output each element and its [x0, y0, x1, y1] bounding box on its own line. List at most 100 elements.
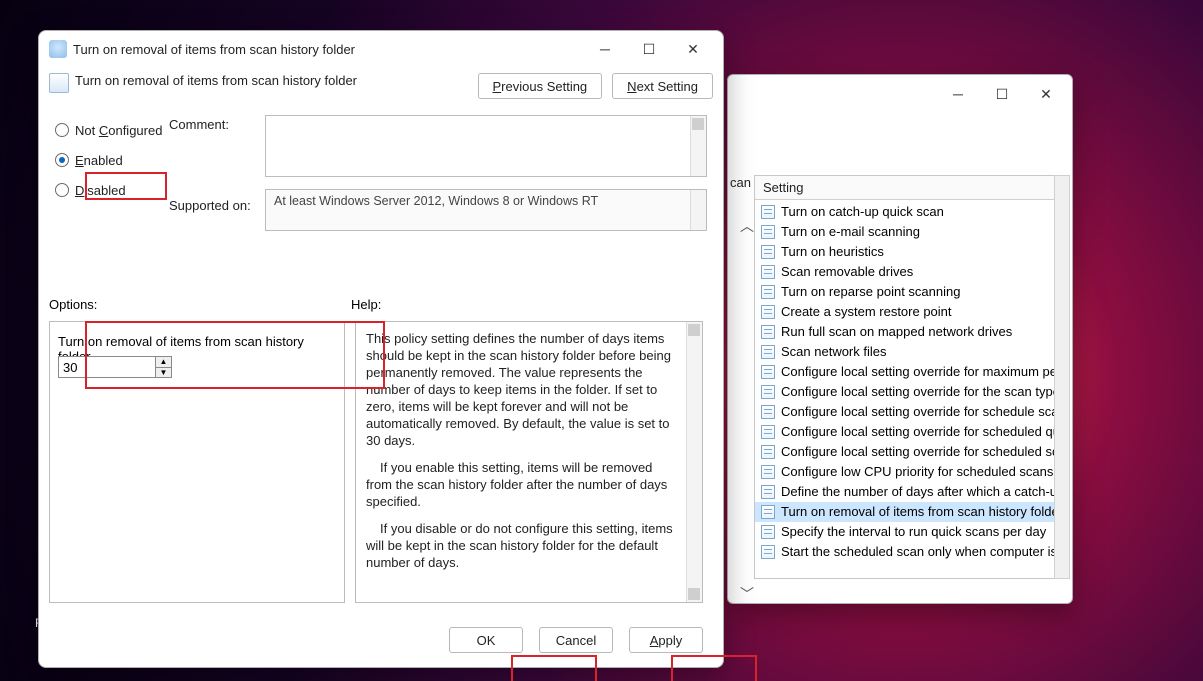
policy-item-icon [761, 445, 775, 459]
setting-row-label: Turn on e-mail scanning [781, 223, 920, 241]
settings-list-window: ─ ☐ ✕ can ︿ ﹀ Setting Turn on catch-up q… [727, 74, 1073, 604]
policy-icon [49, 73, 69, 93]
policy-item-icon [761, 285, 775, 299]
supported-on-label: Supported on: [169, 198, 259, 213]
radio-icon [55, 183, 69, 197]
dlg-close-button[interactable]: ✕ [671, 34, 715, 64]
radio-icon [55, 153, 69, 167]
radio-icon [55, 123, 69, 137]
setting-row[interactable]: Configure local setting override for sch… [755, 442, 1061, 462]
setting-row-label: Configure low CPU priority for scheduled… [781, 463, 1053, 481]
comment-scrollbar[interactable] [690, 116, 706, 176]
setting-row[interactable]: Scan network files [755, 342, 1061, 362]
setting-row-label: Configure local setting override for sch… [781, 423, 1061, 441]
comment-textarea[interactable] [265, 115, 707, 177]
setting-row[interactable]: Configure local setting override for the… [755, 382, 1061, 402]
dialog-footer: OK Cancel Apply [49, 627, 703, 653]
setting-row-label: Run full scan on mapped network drives [781, 323, 1012, 341]
policy-item-icon [761, 345, 775, 359]
policy-item-icon [761, 465, 775, 479]
dlg-minimize-button[interactable]: ─ [583, 34, 627, 64]
help-pane: This policy setting defines the number o… [355, 321, 703, 603]
setting-row[interactable]: Configure local setting override for sch… [755, 402, 1061, 422]
dlg-maximize-button[interactable]: ☐ [627, 34, 671, 64]
dlg-header-text: Turn on removal of items from scan histo… [75, 73, 478, 88]
bg-setting-list[interactable]: Turn on catch-up quick scan Turn on e-mai… [755, 202, 1061, 578]
setting-row-label: Turn on reparse point scanning [781, 283, 960, 301]
help-p2: If you enable this setting, items will b… [366, 459, 682, 510]
bg-titlebar: ─ ☐ ✕ [728, 75, 1072, 113]
setting-row-label: Configure local setting override for the… [781, 383, 1061, 401]
setting-row-label: Create a system restore point [781, 303, 952, 321]
setting-row-label: Start the scheduled scan only when compu… [781, 543, 1061, 561]
next-setting-button[interactable]: Next Setting [612, 73, 713, 99]
setting-row-label: Define the number of days after which a … [781, 483, 1061, 501]
radio-not-configured[interactable]: Not Configured [55, 119, 167, 141]
setting-row-label: Scan network files [781, 343, 887, 361]
help-p3: If you disable or do not configure this … [366, 520, 682, 571]
policy-item-icon [761, 225, 775, 239]
policy-item-icon [761, 485, 775, 499]
setting-row[interactable]: Define the number of days after which a … [755, 482, 1061, 502]
bg-scroll-down-icon[interactable]: ﹀ [738, 585, 756, 603]
radio-enabled[interactable]: Enabled [55, 149, 167, 171]
days-spinner[interactable]: ▲ ▼ [58, 356, 172, 378]
days-input[interactable] [59, 357, 155, 377]
dlg-header-row: Turn on removal of items from scan histo… [49, 73, 713, 99]
policy-item-icon [761, 385, 775, 399]
setting-row[interactable]: Create a system restore point [755, 302, 1061, 322]
ok-button[interactable]: OK [449, 627, 523, 653]
policy-item-icon [761, 545, 775, 559]
spinner-down-icon[interactable]: ▼ [156, 368, 171, 378]
setting-row-label: Turn on heuristics [781, 243, 884, 261]
setting-row[interactable]: Configure low CPU priority for scheduled… [755, 462, 1061, 482]
spinner-up-icon[interactable]: ▲ [156, 357, 171, 368]
radio-disabled[interactable]: Disabled [55, 179, 167, 201]
setting-row-label: Turn on catch-up quick scan [781, 203, 944, 221]
bg-left-cut-text: can [730, 175, 751, 190]
bg-scrollbar[interactable] [1054, 175, 1070, 579]
policy-item-icon [761, 405, 775, 419]
policy-item-icon [761, 365, 775, 379]
setting-row[interactable]: Start the scheduled scan only when compu… [755, 542, 1061, 562]
setting-row[interactable]: Turn on removal of items from scan histo… [755, 502, 1061, 522]
policy-dialog: Turn on removal of items from scan histo… [38, 30, 724, 668]
policy-item-icon [761, 265, 775, 279]
setting-row-label: Configure local setting override for max… [781, 363, 1061, 381]
supported-on-box: At least Windows Server 2012, Windows 8 … [265, 189, 707, 231]
dlg-title-icon [49, 40, 67, 58]
setting-row[interactable]: Scan removable drives [755, 262, 1061, 282]
previous-setting-button[interactable]: Previous Setting [478, 73, 603, 99]
help-scrollbar[interactable] [686, 322, 702, 602]
setting-row[interactable]: Configure local setting override for sch… [755, 422, 1061, 442]
setting-row[interactable]: Run full scan on mapped network drives [755, 322, 1061, 342]
setting-row-label: Configure local setting override for sch… [781, 403, 1061, 421]
policy-item-icon [761, 525, 775, 539]
help-p1: This policy setting defines the number o… [366, 330, 682, 449]
setting-row[interactable]: Turn on e-mail scanning [755, 222, 1061, 242]
setting-row-label: Scan removable drives [781, 263, 913, 281]
setting-row[interactable]: Configure local setting override for max… [755, 362, 1061, 382]
policy-item-icon [761, 505, 775, 519]
setting-row[interactable]: Turn on heuristics [755, 242, 1061, 262]
cancel-button[interactable]: Cancel [539, 627, 613, 653]
policy-item-icon [761, 425, 775, 439]
setting-row[interactable]: Turn on catch-up quick scan [755, 202, 1061, 222]
dlg-titlebar[interactable]: Turn on removal of items from scan histo… [39, 31, 723, 67]
setting-row[interactable]: Specify the interval to run quick scans … [755, 522, 1061, 542]
bg-close-button[interactable]: ✕ [1024, 79, 1068, 109]
dlg-title: Turn on removal of items from scan histo… [73, 42, 583, 57]
setting-row-label: Configure local setting override for sch… [781, 443, 1061, 461]
apply-button[interactable]: Apply [629, 627, 703, 653]
help-label: Help: [351, 297, 381, 312]
bg-maximize-button[interactable]: ☐ [980, 79, 1024, 109]
policy-item-icon [761, 205, 775, 219]
setting-row[interactable]: Turn on reparse point scanning [755, 282, 1061, 302]
bg-column-header[interactable]: Setting [755, 176, 1061, 200]
policy-item-icon [761, 305, 775, 319]
bg-minimize-button[interactable]: ─ [936, 79, 980, 109]
setting-row-label: Specify the interval to run quick scans … [781, 523, 1046, 541]
options-label: Options: [49, 297, 351, 312]
comment-label: Comment: [169, 117, 259, 132]
supported-scrollbar[interactable] [690, 190, 706, 230]
